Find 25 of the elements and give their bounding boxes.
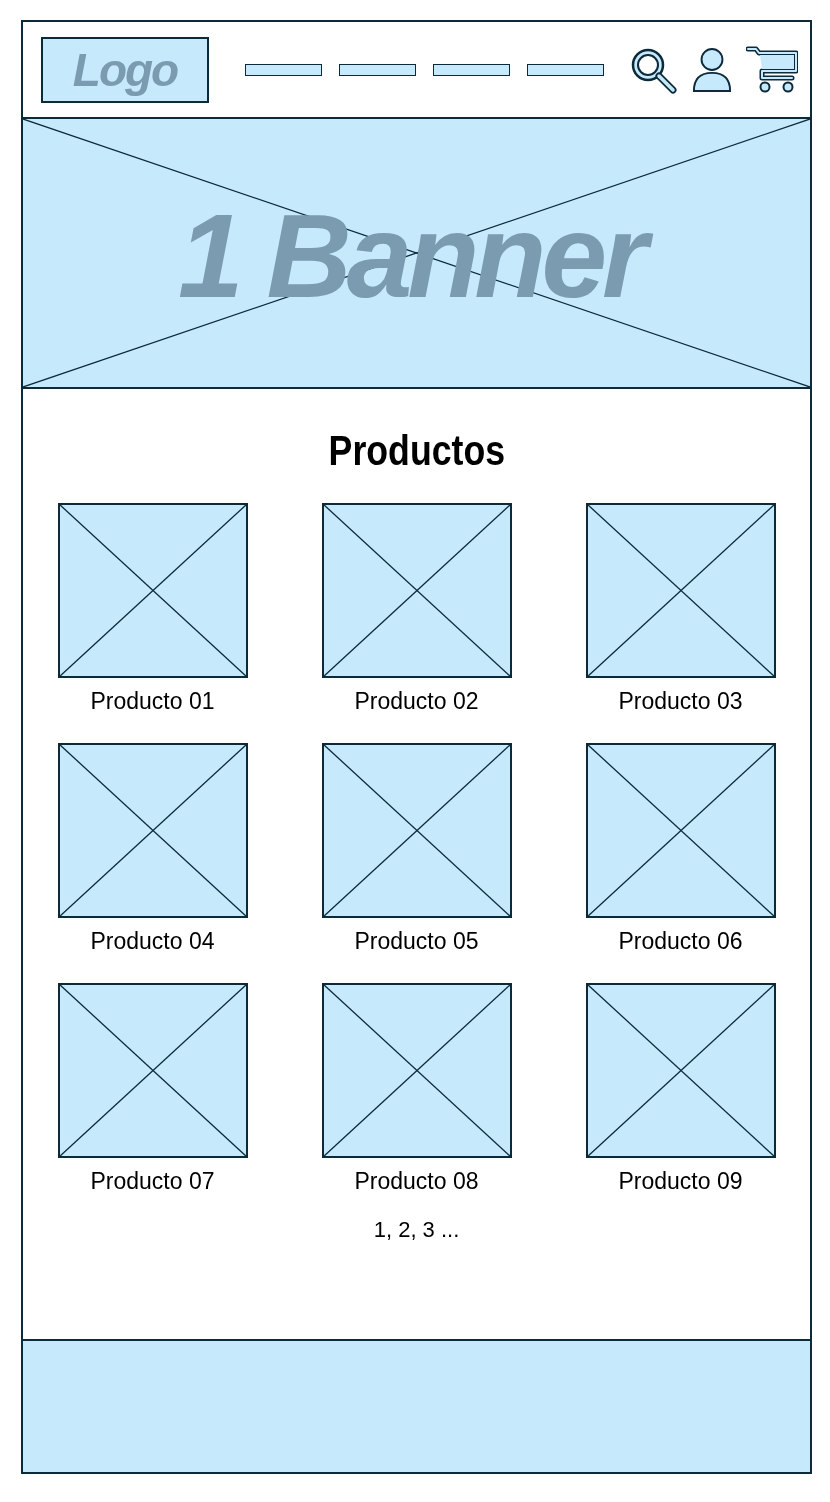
- nav-link-placeholder[interactable]: [339, 63, 416, 76]
- image-placeholder[interactable]: [321, 983, 512, 1158]
- product-name[interactable]: Producto 06: [618, 928, 743, 955]
- product-name[interactable]: Producto 05: [354, 928, 479, 955]
- image-placeholder[interactable]: [57, 743, 248, 918]
- product-name[interactable]: Producto 08: [354, 1168, 479, 1195]
- image-placeholder[interactable]: [57, 983, 248, 1158]
- product-name[interactable]: Producto 02: [354, 688, 479, 715]
- nav-link-placeholder[interactable]: [245, 63, 322, 76]
- image-placeholder[interactable]: [321, 743, 512, 918]
- nav-link-placeholder[interactable]: [527, 63, 604, 76]
- shopping-cart-icon[interactable]: [746, 44, 798, 95]
- image-placeholder[interactable]: [585, 743, 776, 918]
- image-placeholder[interactable]: [57, 503, 248, 678]
- product-name[interactable]: Producto 01: [90, 688, 215, 715]
- pagination[interactable]: 1, 2, 3 ...: [373, 1217, 460, 1243]
- image-placeholder[interactable]: [585, 983, 776, 1158]
- image-placeholder[interactable]: [321, 503, 512, 678]
- product-name[interactable]: Producto 09: [618, 1168, 743, 1195]
- product-name[interactable]: Producto 07: [90, 1168, 215, 1195]
- nav-link-placeholder[interactable]: [433, 63, 510, 76]
- product-name[interactable]: Producto 03: [618, 688, 743, 715]
- image-placeholder[interactable]: [585, 503, 776, 678]
- product-name[interactable]: Producto 04: [90, 928, 215, 955]
- section-title: Productos: [328, 427, 505, 475]
